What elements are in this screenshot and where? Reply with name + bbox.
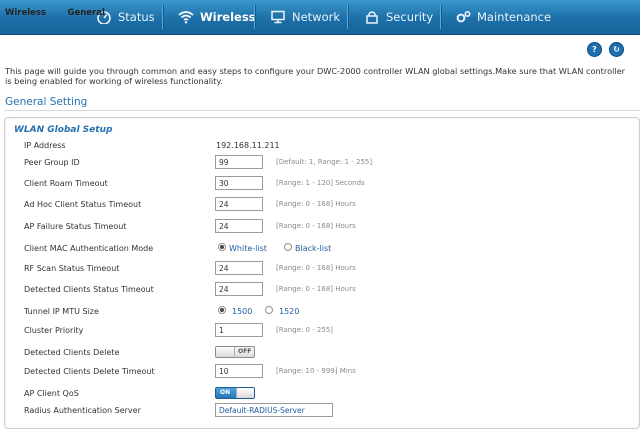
row-delete-timeout: Detected Clients Delete Timeout 10 [Rang…: [0, 364, 640, 380]
breadcrumb: Wireless » General: [5, 8, 105, 18]
ap-failure-label: AP Failure Status Timeout: [24, 222, 127, 231]
nav-item-security[interactable]: Security: [364, 0, 433, 34]
ip-address-label: IP Address: [24, 141, 66, 150]
radius-server-select[interactable]: Default-RADIUS-Server: [215, 403, 333, 417]
detected-timeout-input[interactable]: 24: [215, 282, 263, 296]
wifi-icon: [178, 11, 194, 24]
black-list-label[interactable]: Black-list: [295, 244, 331, 253]
toggle-state-text: ON: [220, 389, 231, 396]
mac-auth-label: Client MAC Authentication Mode: [24, 244, 154, 253]
white-list-radio[interactable]: [218, 243, 226, 251]
nav-label-maintenance: Maintenance: [477, 10, 552, 24]
row-cluster-priority: Cluster Priority 1 [Range: 0 - 255]: [0, 323, 640, 339]
section-title: General Setting: [5, 96, 88, 108]
row-rf-scan: RF Scan Status Timeout 24 [Range: 0 - 16…: [0, 261, 640, 277]
detected-timeout-label: Detected Clients Status Timeout: [24, 285, 154, 294]
roam-timeout-label: Client Roam Timeout: [24, 179, 108, 188]
section-divider: [4, 110, 640, 111]
page-description: This page will guide you through common …: [5, 66, 626, 86]
cluster-priority-label: Cluster Priority: [24, 326, 84, 335]
mtu-1500-label[interactable]: 1500: [232, 307, 252, 316]
mtu-label: Tunnel IP MTU Size: [24, 307, 99, 316]
row-adhoc-timeout: Ad Hoc Client Status Timeout 24 [Range: …: [0, 197, 640, 213]
nav-item-network[interactable]: Network: [270, 0, 340, 34]
delete-timeout-label: Detected Clients Delete Timeout: [24, 367, 155, 376]
clients-delete-toggle[interactable]: OFF: [215, 346, 255, 358]
mtu-1520-label[interactable]: 1520: [279, 307, 299, 316]
nav-label-wireless: Wireless: [200, 10, 256, 24]
breadcrumb-parent[interactable]: Wireless: [5, 8, 46, 18]
peer-group-label: Peer Group ID: [24, 158, 80, 167]
row-peer-group: Peer Group ID 99 [Default: 1, Range: 1 -…: [0, 155, 640, 171]
adhoc-timeout-hint: [Range: 0 - 168] Hours: [276, 200, 356, 208]
row-detected-timeout: Detected Clients Status Timeout 24 [Rang…: [0, 282, 640, 298]
mtu-1500-radio[interactable]: [218, 306, 226, 314]
rf-scan-hint: [Range: 0 - 168] Hours: [276, 264, 356, 272]
delete-timeout-hint: [Range: 10 - 999] Mins: [276, 367, 356, 375]
nav-separator: [440, 5, 441, 29]
breadcrumb-current: General: [67, 8, 105, 18]
nav-item-maintenance[interactable]: Maintenance: [455, 0, 551, 34]
row-roam-timeout: Client Roam Timeout 30 [Range: 1 - 120] …: [0, 176, 640, 192]
row-ap-qos: AP Client QoS ON: [0, 386, 640, 402]
breadcrumb-separator: »: [54, 8, 60, 18]
peer-group-input[interactable]: 99: [215, 155, 263, 169]
toggle-knob: [216, 347, 235, 357]
breadcrumb-bar: [0, 35, 640, 63]
lock-icon: [366, 11, 378, 24]
cluster-priority-hint: [Range: 0 - 255]: [276, 326, 334, 334]
nav-item-wireless[interactable]: Wireless: [178, 0, 256, 34]
nav-label-status: Status: [118, 10, 155, 24]
radius-server-label: Radius Authentication Server: [24, 406, 141, 415]
ap-failure-hint: [Range: 0 - 168] Hours: [276, 222, 356, 230]
delete-timeout-input[interactable]: 10: [215, 364, 263, 378]
help-button[interactable]: ?: [587, 42, 602, 57]
adhoc-timeout-label: Ad Hoc Client Status Timeout: [24, 200, 142, 209]
ap-failure-input[interactable]: 24: [215, 219, 263, 233]
row-clients-delete: Detected Clients Delete OFF: [0, 345, 640, 361]
nav-label-security: Security: [386, 10, 434, 24]
black-list-radio[interactable]: [284, 243, 292, 251]
row-mac-auth: Client MAC Authentication Mode White-lis…: [0, 241, 640, 257]
ap-qos-toggle[interactable]: ON: [215, 387, 255, 399]
white-list-label[interactable]: White-list: [229, 244, 267, 253]
clients-delete-label: Detected Clients Delete: [24, 348, 120, 357]
ap-qos-label: AP Client QoS: [24, 389, 79, 398]
peer-group-hint: [Default: 1, Range: 1 - 255]: [276, 158, 373, 166]
cluster-priority-input[interactable]: 1: [215, 323, 263, 337]
row-mtu: Tunnel IP MTU Size 1500 1520: [0, 304, 640, 320]
row-ip-address: IP Address 192.168.11.211: [0, 138, 640, 154]
row-radius-server: Radius Authentication Server Default-RAD…: [0, 403, 640, 419]
nav-separator: [254, 5, 255, 29]
nav-separator: [162, 5, 163, 29]
gears-icon: [456, 10, 471, 23]
group-title: WLAN Global Setup: [14, 125, 113, 135]
roam-timeout-input[interactable]: 30: [215, 176, 263, 190]
detected-timeout-hint: [Range: 0 - 168] Hours: [276, 285, 356, 293]
toggle-state-text: OFF: [238, 348, 252, 355]
row-ap-failure: AP Failure Status Timeout 24 [Range: 0 -…: [0, 219, 640, 235]
rf-scan-input[interactable]: 24: [215, 261, 263, 275]
rf-scan-label: RF Scan Status Timeout: [24, 264, 120, 273]
toggle-knob: [236, 388, 254, 398]
roam-timeout-hint: [Range: 1 - 120] Seconds: [276, 179, 365, 187]
mtu-1520-radio[interactable]: [265, 306, 273, 314]
nav-label-network: Network: [292, 10, 341, 24]
refresh-button[interactable]: ↻: [609, 42, 624, 57]
monitor-icon: [271, 10, 285, 24]
adhoc-timeout-input[interactable]: 24: [215, 197, 263, 211]
nav-separator: [347, 5, 348, 29]
ip-address-value: 192.168.11.211: [216, 141, 280, 150]
